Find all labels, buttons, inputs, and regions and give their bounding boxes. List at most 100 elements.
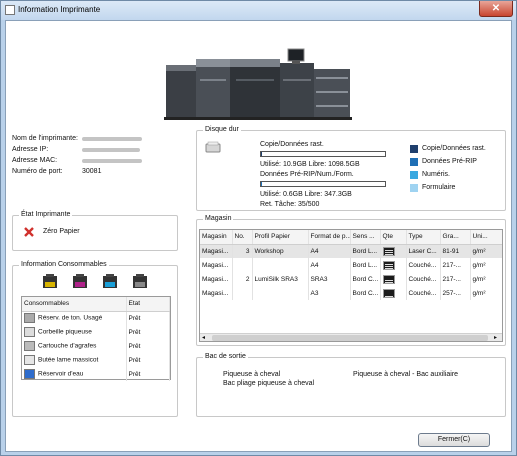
toner-magenta-icon [73,274,87,288]
table-row[interactable]: Magasi... 3 Workshop A4 Bord L... Laser C...… [200,244,502,258]
consumable-name: Butée lame massicot [38,356,99,364]
tray-horizontal-scrollbar[interactable]: ◂ ▸ [200,333,502,341]
window-close-button[interactable]: ✕ [479,1,513,17]
tray-cell: Couché... [406,286,441,300]
col-quantity[interactable]: Qte [380,230,407,245]
tray-qty-cell [380,258,407,272]
tray-cell: Magasi... [200,272,233,286]
scroll-thumb[interactable] [212,335,488,341]
trimmer-blade-icon [24,355,35,365]
col-paper-profile[interactable]: Profil Papier [252,230,309,245]
port-label: Numéro de port: [12,168,63,175]
consumables-list[interactable]: Consommables Etat Réserv. de ton. Usagé P… [21,296,171,381]
output-tray-title: Bac de sortie [203,353,248,360]
table-row[interactable]: Cartouche d'agrafes Prêt [22,339,170,353]
copy-data-bar [260,151,386,157]
table-row[interactable]: Magasi... A4 Bord L... Couché... 217-... g/m… [200,258,502,272]
tray-cell: A3 [308,286,351,300]
tray-cell: Bord C... [350,272,381,286]
consumable-state: Prêt [126,325,170,339]
printer-info-window: Information Imprimante ✕ Nom de l'imprim… [0,0,517,456]
col-type[interactable]: Type [406,230,441,245]
col-feed-direction[interactable]: Sens ... [350,230,381,245]
tray-cell [252,286,309,300]
tray-cell: Bord L... [350,244,381,258]
output-item-saddle-stitcher-aux: Piqueuse à cheval - Bac auxiliaire [353,371,459,378]
col-weight[interactable]: Gra... [440,230,471,245]
scroll-right-arrow-icon[interactable]: ▸ [494,334,497,341]
staple-bin-icon [24,327,35,337]
tray-cell: LumiSilk SRA3 [252,272,309,286]
tray-cell: Magasi... [200,258,233,272]
tray-cell: Bord L... [350,258,381,272]
tray-cell: SRA3 [308,272,351,286]
error-x-icon [24,227,34,237]
consumable-state: Prêt [126,353,170,367]
tray-cell: Laser C... [406,244,441,258]
col-tray[interactable]: Magasin [200,230,233,245]
scroll-left-arrow-icon[interactable]: ◂ [202,334,205,341]
tray-cell: 217-... [440,258,471,272]
tray-list[interactable]: Magasin No. Profil Papier Format de p...… [199,229,503,342]
table-row[interactable]: Butée lame massicot Prêt [22,353,170,367]
consumable-name: Réservoir d'eau [38,370,84,378]
consumable-name: Cartouche d'agrafes [38,342,97,350]
toner-black-icon [133,274,147,288]
legend-swatch-form [410,184,418,192]
tray-qty-cell [380,244,407,258]
tray-table: Magasin No. Profil Papier Format de p...… [200,230,502,300]
table-row[interactable]: Réserv. de ton. Usagé Prêt [22,311,170,325]
printer-status-group: État Imprimante Zéro Papier [12,211,178,251]
consumable-name: Réserv. de ton. Usagé [38,314,103,322]
tray-cell: Couché... [406,258,441,272]
col-number[interactable]: No. [232,230,253,245]
col-unit[interactable]: Uni... [470,230,502,245]
legend-form: Formulaire [422,184,456,191]
staple-cartridge-icon [24,341,35,351]
tray-cell: g/m² [470,272,502,286]
title-bar[interactable]: Information Imprimante ✕ [1,1,516,20]
port-value: 30081 [82,168,102,175]
legend-swatch-scan [410,171,418,179]
col-state[interactable]: Etat [126,297,170,312]
table-row[interactable]: Réservoir d'eau Prêt [22,367,170,381]
app-icon [5,5,15,15]
table-row[interactable]: Magasi... 2 LumiSilk SRA3 SRA3 Bord C... Cou… [200,272,502,286]
close-button[interactable]: Fermer(C) [418,433,490,447]
tray-cell: Workshop [252,244,309,258]
paper-level-icon [382,274,395,284]
copy-data-label: Copie/Données rast. [260,141,324,148]
paper-level-icon [382,246,395,256]
tray-cell: 81-91 [440,244,471,258]
prerip-usage: Utilisé: 0.6GB Libre: 347.3GB [260,191,352,198]
tray-cell: g/m² [470,258,502,272]
table-row[interactable]: Magasi... A3 Bord C... Couché... 257-... g/m… [200,286,502,300]
consumable-name: Corbeille piqueuse [38,328,92,336]
tray-group-title: Magasin [203,215,234,222]
ip-address-label: Adresse IP: [12,146,49,153]
tray-cell: Couché... [406,272,441,286]
prerip-label: Données Pré-RIP/Num./Form. [260,171,354,178]
table-row[interactable]: Corbeille piqueuse Prêt [22,325,170,339]
prerip-bar [260,181,386,187]
col-paper-size[interactable]: Format de p... [308,230,351,245]
tray-cell: g/m² [470,286,502,300]
copy-data-usage: Utilisé: 10.9GB Libre: 1098.5GB [260,161,360,168]
col-consumable[interactable]: Consommables [22,297,127,312]
mac-address-value [82,159,142,163]
hard-disk-icon [205,141,221,153]
output-item-saddle-fold: Bac pliage piqueuse à cheval [223,380,315,387]
prerip-bar-fill [261,182,262,186]
disk-group: Disque dur Copie/Données rast. Utilisé: … [196,126,506,211]
tray-cell [252,258,309,272]
consumables-group: Information Consommables Consommables Et… [12,261,178,417]
legend-swatch-copy [410,145,418,153]
ip-address-value [82,148,140,152]
paper-level-icon [382,260,395,270]
job-retention: Ret. Tâche: 35/500 [260,201,320,208]
printer-status-title: État Imprimante [19,211,73,218]
tray-cell: Magasi... [200,286,233,300]
toner-yellow-icon [43,274,57,288]
toner-level-icons [43,274,147,288]
mac-address-label: Adresse MAC: [12,157,58,164]
